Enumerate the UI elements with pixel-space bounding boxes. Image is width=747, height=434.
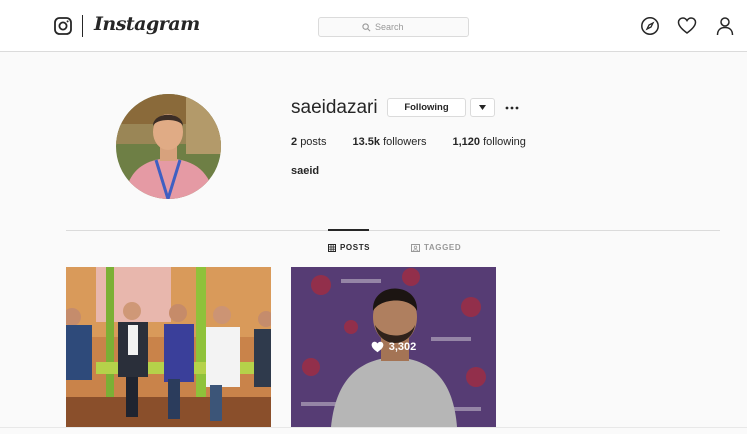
posts-stat: 2 posts (291, 136, 326, 148)
tab-posts-label: POSTS (340, 243, 371, 252)
posts-label: posts (300, 136, 327, 148)
search-icon (362, 22, 371, 31)
activity-heart-icon[interactable] (677, 16, 697, 36)
post-thumbnail[interactable] (66, 267, 271, 427)
tab-posts[interactable]: POSTS (328, 243, 370, 252)
following-button[interactable]: Following (387, 98, 466, 117)
grid-icon (328, 243, 336, 252)
caret-down-icon (479, 105, 486, 110)
tab-tagged[interactable]: TAGGED (411, 243, 461, 252)
profile-person-icon[interactable] (715, 16, 735, 36)
post-photo-group (66, 267, 271, 427)
more-dots-icon (505, 106, 519, 109)
more-options-button[interactable] (503, 98, 521, 117)
profile-stats: 2 posts 13.5k followers 1,120 following (291, 136, 552, 148)
tab-tagged-label: TAGGED (424, 243, 462, 252)
profile-username: saeidazari (291, 97, 378, 118)
like-heart-icon (371, 341, 384, 353)
post-like-count: 3,302 (388, 341, 417, 353)
following-label: following (483, 136, 526, 148)
following-count: 1,120 (452, 136, 481, 148)
followers-stat[interactable]: 13.5k followers (352, 136, 426, 148)
profile-avatar[interactable] (116, 94, 221, 199)
following-stat[interactable]: 1,120 following (452, 136, 525, 148)
logo-divider (82, 15, 83, 37)
instagram-wordmark[interactable]: Instagram (94, 13, 200, 35)
followers-label: followers (383, 136, 427, 148)
followers-count: 13.5k (352, 136, 381, 148)
avatar-photo (116, 94, 221, 199)
tagged-icon (411, 243, 420, 252)
search-input[interactable] (375, 22, 425, 32)
instagram-camera-icon[interactable] (54, 17, 72, 35)
suggested-dropdown-button[interactable] (470, 98, 495, 117)
explore-compass-icon[interactable] (640, 16, 660, 36)
post-hover-overlay: 3,302 (291, 267, 496, 427)
profile-full-name: saeid (291, 165, 320, 177)
active-tab-indicator (328, 229, 369, 231)
posts-count: 2 (291, 136, 298, 148)
post-thumbnail[interactable]: 3,302 (291, 267, 496, 427)
top-navigation-bar: Instagram (0, 0, 747, 52)
page-bottom-edge (0, 427, 747, 434)
search-box[interactable] (318, 17, 469, 37)
tabs-divider (66, 230, 720, 231)
